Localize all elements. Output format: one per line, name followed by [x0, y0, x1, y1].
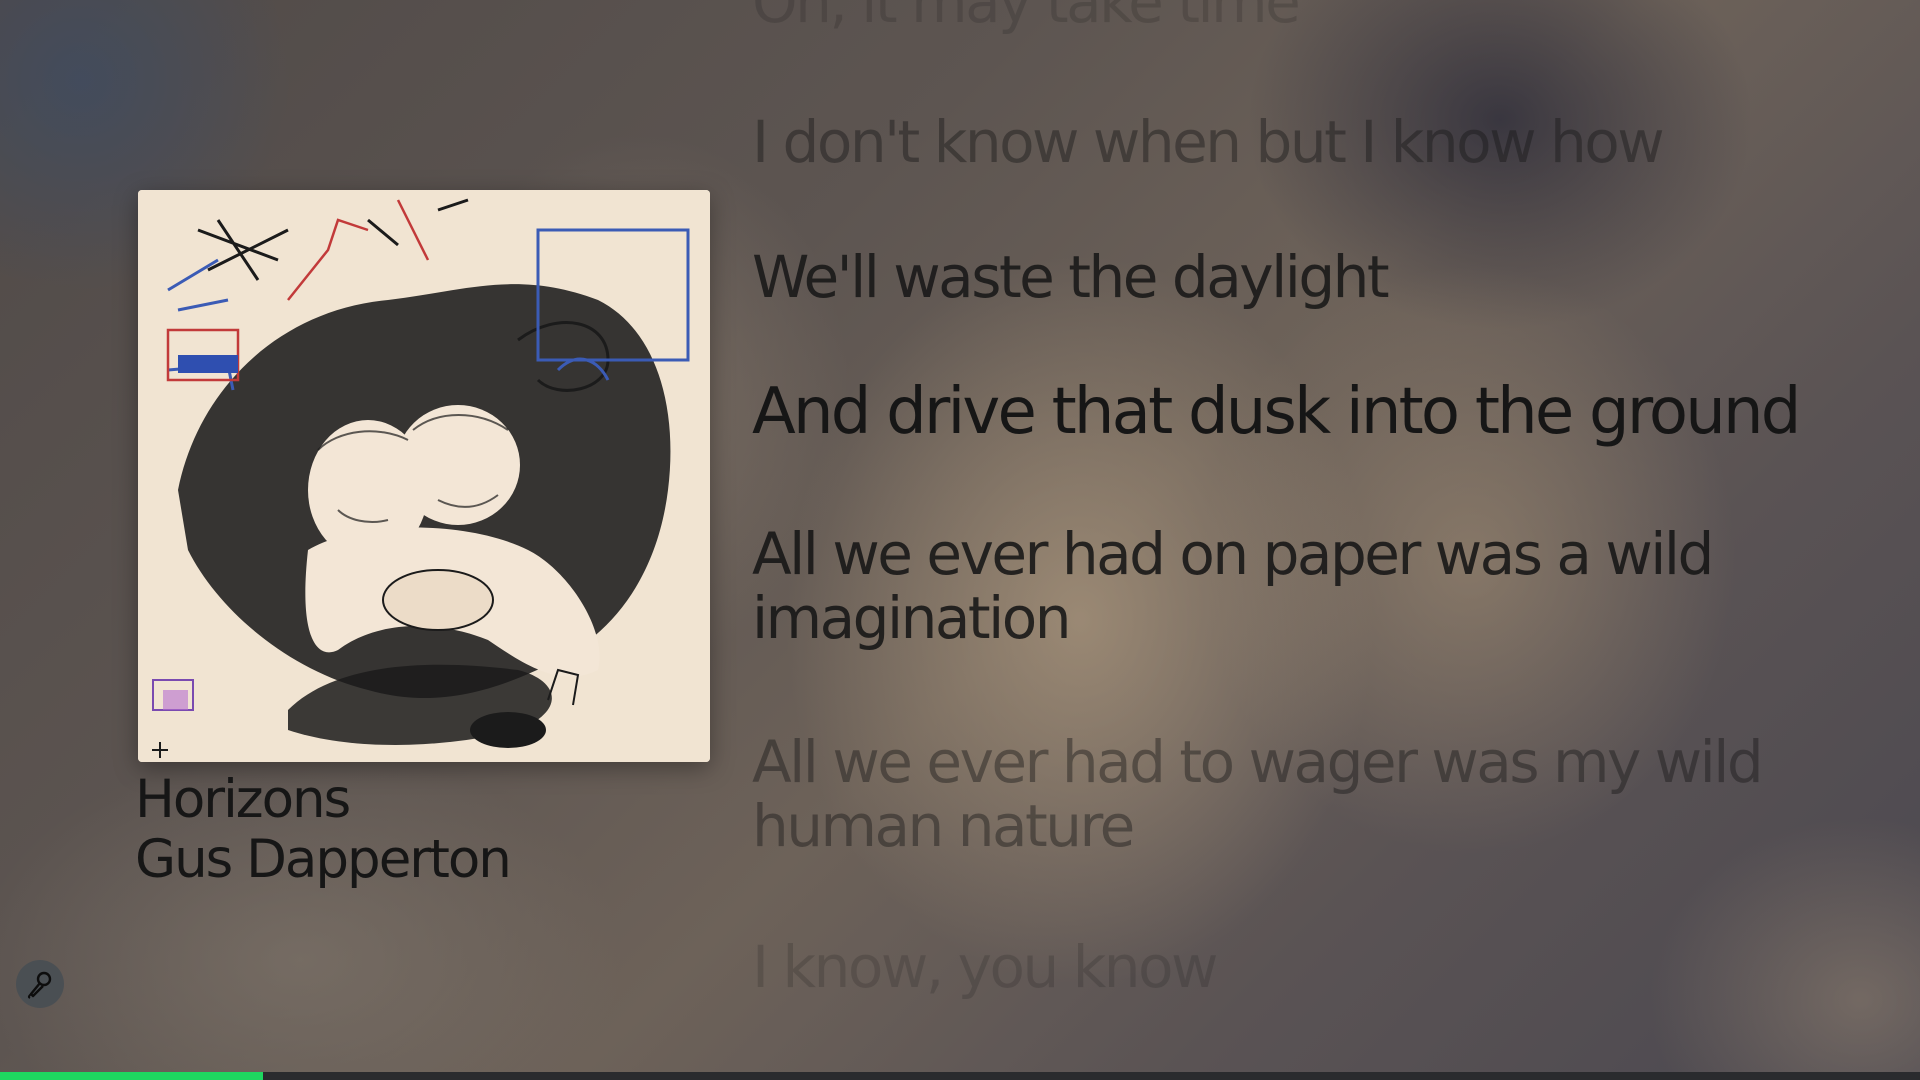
lyric-line[interactable]: Oh, it may take time: [752, 0, 1301, 34]
lyric-line[interactable]: All we ever had on paper was a wild imag…: [752, 522, 1714, 650]
album-cover: [138, 190, 710, 762]
playback-progress-fill: [0, 1072, 264, 1080]
lyric-line[interactable]: I know, you know: [752, 935, 1218, 999]
microphone-icon: [27, 971, 52, 999]
lyric-line-active[interactable]: And drive that dusk into the ground: [752, 380, 1801, 444]
lyrics-panel[interactable]: Oh, it may take time I don't know when b…: [752, 0, 1882, 1072]
track-title: Horizons: [135, 769, 351, 830]
track-info: Horizons Gus Dapperton: [135, 769, 512, 890]
lyrics-mic-button[interactable]: [16, 960, 64, 1008]
playback-progress-bar[interactable]: [0, 1072, 1920, 1080]
lyric-line[interactable]: I don't know when but I know how: [752, 110, 1665, 174]
lyric-line[interactable]: All we ever had to wager was my wild hum…: [752, 730, 1764, 858]
album-cover-art: [138, 190, 710, 762]
track-artist[interactable]: Gus Dapperton: [135, 830, 512, 890]
lyric-line[interactable]: We'll waste the daylight: [752, 245, 1390, 309]
